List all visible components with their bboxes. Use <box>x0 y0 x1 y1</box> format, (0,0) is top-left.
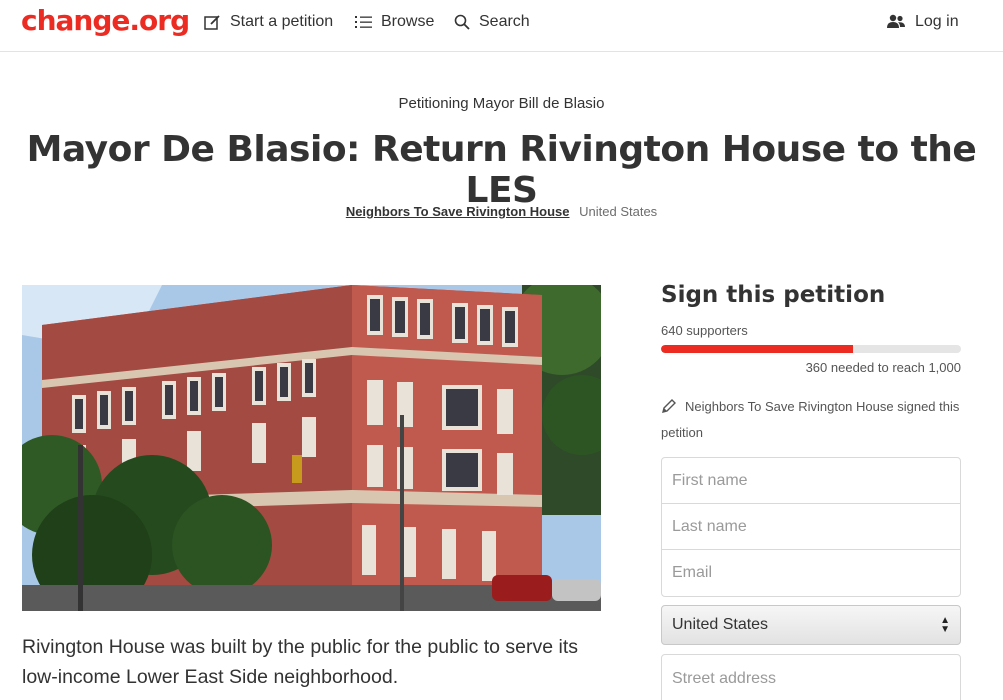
edit-icon <box>204 14 220 30</box>
nav-browse-label: Browse <box>381 13 435 30</box>
petition-target: Petitioning Mayor Bill de Blasio <box>398 95 605 112</box>
nav-browse[interactable]: Browse <box>355 13 434 31</box>
nav-start-petition[interactable]: Start a petition <box>204 13 333 31</box>
nav-start-label: Start a petition <box>230 13 334 30</box>
list-icon <box>355 16 372 28</box>
petition-photo <box>22 285 601 611</box>
logo[interactable]: change.org <box>21 4 190 37</box>
country-select[interactable]: United States ▲ ▼ <box>661 605 961 645</box>
search-icon <box>454 14 470 30</box>
supporters-needed: 360 needed to reach 1,000 <box>805 360 961 375</box>
author-location: United States <box>579 204 658 219</box>
progress-fill <box>661 345 853 353</box>
nav-search[interactable]: Search <box>454 13 530 31</box>
first-name-input[interactable] <box>662 458 960 504</box>
users-icon <box>887 14 905 28</box>
top-nav: change.org Start a petition Browse Searc… <box>0 0 1003 52</box>
signed-note-text: Neighbors To Save Rivington House signed… <box>661 399 960 440</box>
pencil-icon <box>662 399 676 413</box>
street-field-box <box>661 654 961 700</box>
supporters-count: 640 supporters <box>661 323 748 338</box>
author-link[interactable]: Neighbors To Save Rivington House <box>346 204 570 219</box>
street-address-input[interactable] <box>662 655 960 700</box>
email-input[interactable] <box>662 550 960 596</box>
sign-title: Sign this petition <box>661 282 886 308</box>
name-email-fields <box>661 457 961 597</box>
nav-login-label: Log in <box>915 13 959 30</box>
select-arrows-icon: ▲ ▼ <box>940 615 950 635</box>
nav-search-label: Search <box>479 13 530 30</box>
petition-description: Rivington House was built by the public … <box>22 636 579 688</box>
signed-note: Neighbors To Save Rivington House signed… <box>661 394 961 446</box>
last-name-input[interactable] <box>662 504 960 550</box>
byline: Neighbors To Save Rivington House United… <box>0 204 1003 219</box>
country-selected-value: United States <box>672 616 769 633</box>
progress-bar <box>661 345 961 353</box>
page-title: Mayor De Blasio: Return Rivington House … <box>26 129 977 211</box>
nav-login[interactable]: Log in <box>886 13 959 31</box>
